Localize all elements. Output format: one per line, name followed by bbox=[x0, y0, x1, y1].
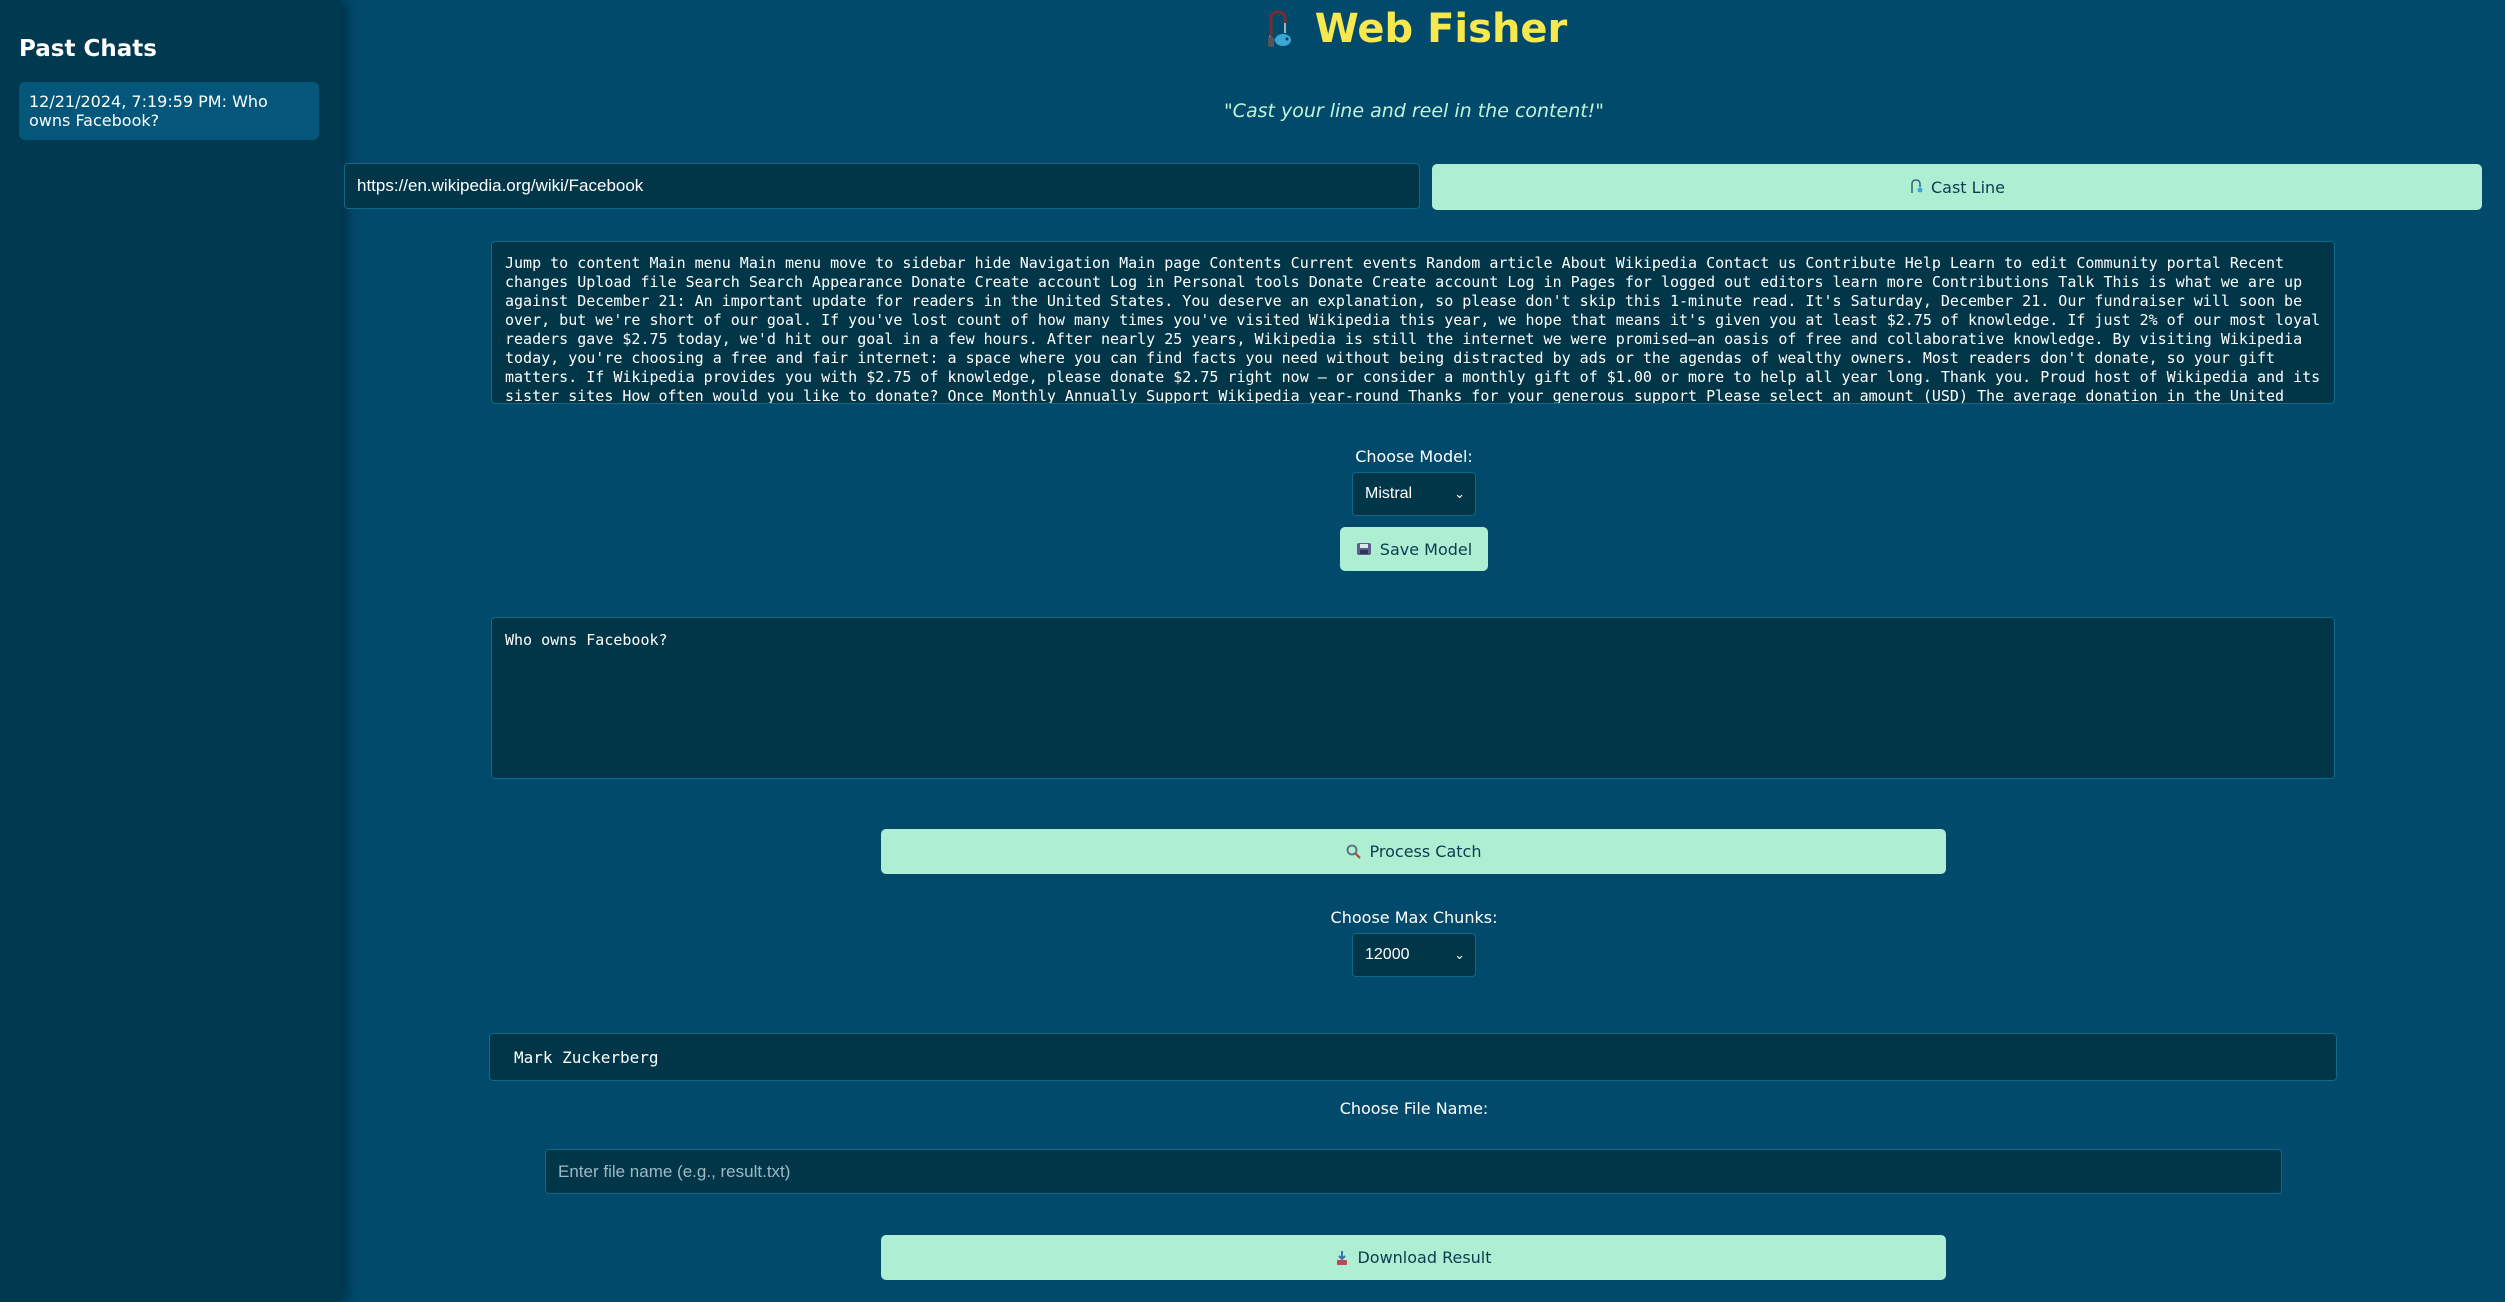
app-title: Web Fisher bbox=[1314, 6, 1568, 52]
file-name-input[interactable] bbox=[545, 1149, 2282, 1194]
max-chunks-value: 12000 bbox=[1365, 946, 1410, 963]
cast-line-button[interactable]: Cast Line bbox=[1432, 164, 2482, 210]
page-header: Web Fisher bbox=[341, 4, 2487, 54]
fishing-icon bbox=[1261, 9, 1295, 49]
past-chat-label: 12/21/2024, 7:19:59 PM: Who owns Faceboo… bbox=[29, 92, 268, 130]
save-model-button[interactable]: Save Model bbox=[1340, 527, 1488, 571]
cast-line-label: Cast Line bbox=[1930, 177, 2005, 197]
disk-icon bbox=[1356, 542, 1372, 556]
url-input[interactable] bbox=[344, 163, 1420, 209]
chevron-down-icon: ⌄ bbox=[1454, 947, 1465, 962]
save-model-label: Save Model bbox=[1379, 539, 1473, 559]
magnifier-icon bbox=[1346, 844, 1362, 860]
scraped-content-area[interactable]: Jump to content Main menu Main menu move… bbox=[491, 241, 2335, 404]
download-result-button[interactable]: Download Result bbox=[881, 1235, 1946, 1280]
question-input[interactable]: Who owns Facebook? bbox=[491, 617, 2335, 779]
main-panel: Web Fisher "Cast your line and reel in t… bbox=[341, 0, 2505, 1302]
process-catch-label: Process Catch bbox=[1369, 842, 1482, 861]
result-output: Mark Zuckerberg bbox=[489, 1033, 2337, 1081]
choose-model-label: Choose Model: bbox=[1355, 447, 1473, 466]
fishing-icon bbox=[1909, 179, 1923, 195]
download-icon bbox=[1335, 1250, 1349, 1266]
past-chat-item[interactable]: 12/21/2024, 7:19:59 PM: Who owns Faceboo… bbox=[19, 82, 319, 140]
chevron-down-icon: ⌄ bbox=[1454, 486, 1465, 501]
model-select[interactable]: Mistral ⌄ bbox=[1352, 472, 1476, 516]
process-catch-button[interactable]: Process Catch bbox=[881, 829, 1946, 874]
download-result-label: Download Result bbox=[1357, 1248, 1492, 1267]
result-text: Mark Zuckerberg bbox=[514, 1047, 659, 1067]
sidebar-title: Past Chats bbox=[19, 36, 157, 62]
sidebar: Past Chats 12/21/2024, 7:19:59 PM: Who o… bbox=[0, 0, 341, 1302]
model-select-value: Mistral bbox=[1365, 485, 1413, 502]
max-chunks-select[interactable]: 12000 ⌄ bbox=[1352, 933, 1476, 977]
choose-file-name-label: Choose File Name: bbox=[1339, 1099, 1489, 1118]
choose-max-chunks-label: Choose Max Chunks: bbox=[1330, 908, 1498, 927]
tagline: "Cast your line and reel in the content!… bbox=[1223, 100, 1605, 122]
